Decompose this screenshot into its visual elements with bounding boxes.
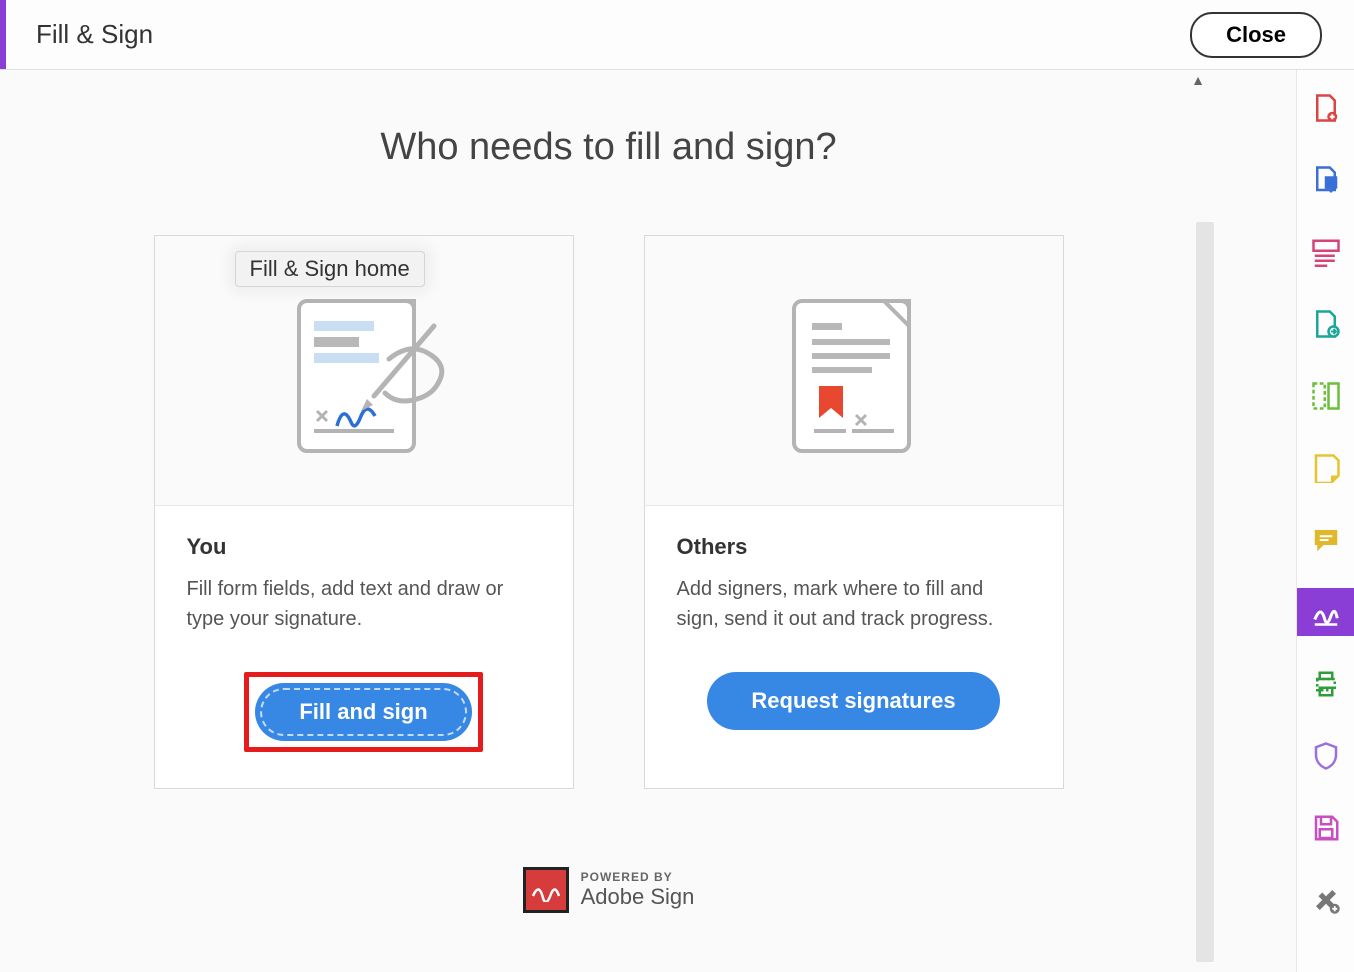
fill-and-sign-button[interactable]: Fill and sign — [255, 683, 471, 741]
export-pdf-icon[interactable] — [1297, 156, 1354, 204]
highlight-fill-and-sign: Fill and sign — [244, 672, 482, 752]
settings-icon[interactable] — [1297, 876, 1354, 924]
tools-sidebar — [1296, 70, 1354, 972]
card-you-title: You — [187, 534, 541, 560]
cards-row: Fill & Sign home — [0, 235, 1217, 789]
powered-by: POWERED BY Adobe Sign — [0, 867, 1217, 913]
create-pdf-icon[interactable] — [1297, 84, 1354, 132]
document-with-seal-icon — [764, 281, 944, 461]
card-others-title: Others — [677, 534, 1031, 560]
sticky-note-icon[interactable] — [1297, 444, 1354, 492]
card-you: Fill & Sign home — [154, 235, 574, 789]
close-button[interactable]: Close — [1190, 12, 1322, 58]
send-for-review-icon[interactable] — [1297, 300, 1354, 348]
fill-sign-icon[interactable] — [1297, 588, 1354, 636]
comment-icon[interactable] — [1297, 516, 1354, 564]
organize-pages-icon[interactable] — [1297, 228, 1354, 276]
request-signatures-button[interactable]: Request signatures — [707, 672, 999, 730]
edit-pdf-icon[interactable] — [1297, 372, 1354, 420]
card-others: Others Add signers, mark where to fill a… — [644, 235, 1064, 789]
card-you-desc: Fill form fields, add text and draw or t… — [187, 574, 541, 634]
scroll-up-caret[interactable]: ▲ — [1191, 72, 1205, 88]
card-you-illustration: Fill & Sign home — [155, 236, 573, 506]
header-bar: Fill & Sign Close — [0, 0, 1354, 70]
card-others-illustration — [645, 236, 1063, 506]
page-heading: Who needs to fill and sign? — [0, 126, 1217, 169]
print-icon[interactable] — [1297, 660, 1354, 708]
app-title: Fill & Sign — [0, 19, 153, 50]
main-content: ▲ Who needs to fill and sign? Fill & Sig… — [0, 70, 1217, 972]
hand-signing-document-icon — [259, 281, 469, 461]
tooltip-fill-sign-home: Fill & Sign home — [235, 251, 425, 287]
adobe-sign-label: Adobe Sign — [581, 884, 695, 910]
powered-by-label: POWERED BY — [581, 870, 695, 884]
card-others-desc: Add signers, mark where to fill and sign… — [677, 574, 1031, 634]
scrollbar[interactable] — [1196, 222, 1214, 962]
save-icon[interactable] — [1297, 804, 1354, 852]
shield-icon[interactable] — [1297, 732, 1354, 780]
adobe-sign-logo-icon — [523, 867, 569, 913]
